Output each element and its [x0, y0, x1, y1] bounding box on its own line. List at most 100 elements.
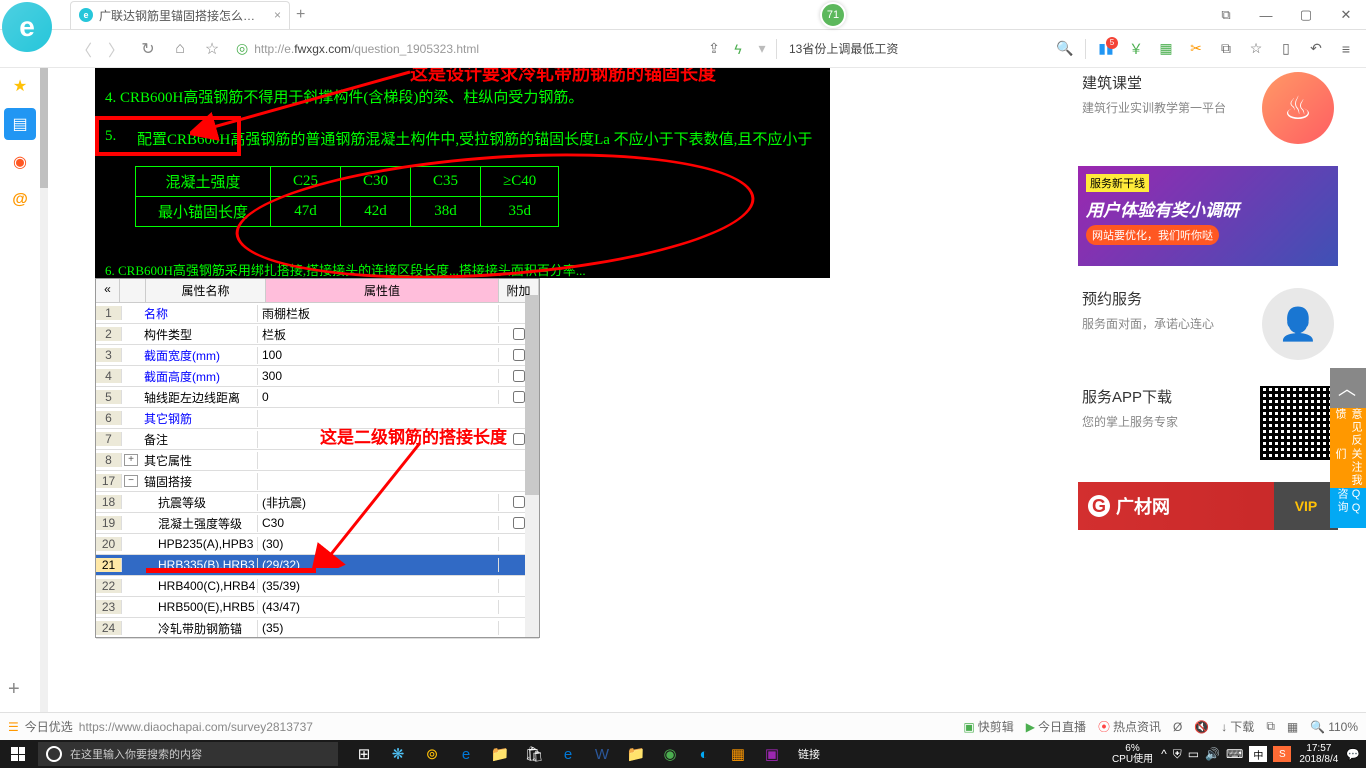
bottom-ad-banner[interactable]: G 广材网 VIP — [1078, 482, 1338, 530]
app-icon-1[interactable]: ❋ — [382, 740, 414, 768]
app-icon-2[interactable]: ⊚ — [416, 740, 448, 768]
card-app-download[interactable]: 服务APP下载 您的掌上服务专家 — [1078, 382, 1338, 464]
sb-mute[interactable]: 🔇 — [1194, 720, 1209, 734]
left-pinned-apps: ★ ▤ ◉ @ — [0, 70, 40, 216]
annotation-top: 这是设计要求冷轧带肋钢筋的锚固长度 — [410, 68, 716, 86]
forward-button[interactable]: 〉 — [102, 35, 130, 63]
pin-window-icon[interactable]: ⧉ — [1206, 0, 1246, 30]
cpu-meter[interactable]: 6%CPU使用 — [1112, 743, 1153, 765]
follow-button[interactable]: 关注我们 — [1330, 448, 1366, 488]
url-box[interactable]: ◎ http://e.fwxgx.com/question_1905323.ht… — [230, 35, 700, 63]
explorer-icon[interactable]: 📁 — [484, 740, 516, 768]
tray-ime-icon[interactable]: 中 — [1249, 746, 1267, 762]
property-header: « 属性名称 属性值 附加 — [96, 279, 539, 303]
edge2-icon[interactable]: e — [552, 740, 584, 768]
tray-battery-icon[interactable]: ▭ — [1188, 747, 1199, 761]
edge-icon[interactable]: e — [450, 740, 482, 768]
tray-shield-icon[interactable]: ⛨ — [1173, 747, 1182, 762]
property-scrollbar[interactable] — [525, 295, 539, 637]
browser-tab[interactable]: e 广联达钢筋里锚固搭接怎么看，好 × — [70, 1, 290, 29]
menu-icon[interactable]: ≡ — [1336, 39, 1356, 59]
taskbar-search[interactable]: 在这里输入你要搜索的内容 — [38, 742, 338, 766]
sb-block[interactable]: Ø — [1173, 720, 1182, 734]
notifications-icon[interactable]: 💬 — [1346, 748, 1360, 761]
sb-live[interactable]: ▶今日直播 — [1026, 718, 1086, 735]
app1-icon[interactable]: ▮▮5 — [1096, 39, 1116, 59]
taskview-icon[interactable]: ⊞ — [348, 740, 380, 768]
left-scrollbar[interactable] — [40, 68, 48, 712]
floating-buttons: ︿ 意见反馈 关注我们 QQ咨询 — [1330, 368, 1366, 528]
sb-zoom[interactable]: 🔍 110% — [1310, 720, 1358, 734]
home-button[interactable]: ⌂ — [166, 35, 194, 63]
app-icon-3[interactable]: ◐ — [688, 740, 720, 768]
red-arrow-mid — [240, 438, 440, 568]
cut-icon[interactable]: ✂ — [1186, 39, 1206, 59]
notification-badge[interactable]: 71 — [820, 2, 846, 28]
property-row[interactable]: 23HRB500(E),HRB5(43/47) — [96, 597, 539, 618]
tray-volume-icon[interactable]: 🔊 — [1205, 747, 1220, 761]
favorite-button[interactable]: ☆ — [198, 35, 226, 63]
gift-icon[interactable]: ☰ — [8, 720, 19, 734]
panel-icon[interactable]: ▯ — [1276, 39, 1296, 59]
tray-keyboard-icon[interactable]: ⌨ — [1226, 747, 1243, 761]
qq-consult-button[interactable]: QQ咨询 — [1330, 488, 1366, 528]
right-sidebar: 建筑课堂 建筑行业实训教学第一平台 ♨ 服务新干线 用户体验有奖小调研 网站要优… — [1078, 68, 1338, 530]
card-construction-class[interactable]: 建筑课堂 建筑行业实训教学第一平台 ♨ — [1078, 68, 1338, 148]
reload-button[interactable]: ↻ — [134, 35, 162, 63]
property-row[interactable]: 24冷轧带肋钢筋锚(35) — [96, 618, 539, 639]
service-person-icon: 👤 — [1262, 288, 1334, 360]
maximize-icon[interactable]: ▢ — [1286, 0, 1326, 30]
tray-up-icon[interactable]: ^ — [1161, 747, 1167, 761]
360-icon[interactable]: ◉ — [654, 740, 686, 768]
app2-icon[interactable]: ▦ — [1156, 39, 1176, 59]
tab-title: 广联达钢筋里锚固搭接怎么看，好 — [99, 7, 266, 24]
share-icon[interactable]: ⇪ — [704, 39, 724, 59]
copy-icon[interactable]: ⧉ — [1216, 39, 1236, 59]
promo-text[interactable]: 13省份上调最低工资 — [789, 40, 898, 57]
tab-close-icon[interactable]: × — [274, 8, 281, 22]
dropdown-icon[interactable]: ▾ — [752, 39, 772, 59]
flash-icon[interactable]: ϟ — [728, 39, 748, 59]
pin-star[interactable]: ★ — [4, 70, 36, 102]
property-row[interactable]: 4截面高度(mm)300 — [96, 366, 539, 387]
property-row[interactable]: 3截面宽度(mm)100 — [96, 345, 539, 366]
bookmark-icon[interactable]: ☆ — [1246, 39, 1266, 59]
sb-download[interactable]: ↓下载 — [1221, 718, 1254, 735]
close-window-icon[interactable]: ✕ — [1326, 0, 1366, 30]
sb-news[interactable]: ⦿热点资讯 — [1098, 718, 1161, 735]
minimize-icon[interactable]: — — [1246, 0, 1286, 30]
app-icon-4[interactable]: ▦ — [722, 740, 754, 768]
pin-news[interactable]: ▤ — [4, 108, 36, 140]
property-row[interactable]: 2构件类型栏板 — [96, 324, 539, 345]
property-row[interactable]: 22HRB400(C),HRB4(35/39) — [96, 576, 539, 597]
new-tab-button[interactable]: + — [296, 6, 305, 24]
wallet-icon[interactable]: ￥ — [1126, 39, 1146, 59]
property-row[interactable]: 1名称雨棚栏板 — [96, 303, 539, 324]
pin-weibo[interactable]: ◉ — [4, 146, 36, 178]
sb-quickcut[interactable]: ▣快剪辑 — [963, 718, 1013, 735]
feedback-button[interactable]: 意见反馈 — [1330, 408, 1366, 448]
store-icon[interactable]: 🛍 — [518, 740, 550, 768]
card-appointment[interactable]: 预约服务 服务面对面，承诺心连心 👤 — [1078, 284, 1338, 364]
folder2-icon[interactable]: 📁 — [620, 740, 652, 768]
taskbar-link-label[interactable]: 链接 — [798, 746, 820, 762]
word-icon[interactable]: W — [586, 740, 618, 768]
app-icon-5[interactable]: ▣ — [756, 740, 788, 768]
taskbar-clock[interactable]: 17:572018/8/4 — [1299, 743, 1338, 765]
sb-pip[interactable]: ⧉ — [1266, 719, 1275, 734]
undo-icon[interactable]: ↶ — [1306, 39, 1326, 59]
status-today-label[interactable]: 今日优选 — [25, 718, 73, 735]
property-row[interactable]: 5轴线距左边线距离0 — [96, 387, 539, 408]
add-pin-button[interactable]: + — [8, 678, 20, 701]
expand-all-icon[interactable]: « — [96, 279, 120, 302]
tray-sogou-icon[interactable]: S — [1273, 746, 1291, 762]
page-content: 4. CRB600H高强钢筋不得用于斜撑构件(含梯段)的梁、柱纵向受力钢筋。 5… — [40, 68, 1366, 712]
search-icon[interactable]: 🔍 — [1055, 39, 1075, 59]
back-button[interactable]: 〈 — [70, 35, 98, 63]
scroll-top-button[interactable]: ︿ — [1330, 368, 1366, 408]
sb-process[interactable]: ▦ — [1287, 720, 1298, 734]
start-button[interactable] — [0, 740, 36, 768]
survey-banner[interactable]: 服务新干线 用户体验有奖小调研 网站要优化，我们听你哒 — [1078, 166, 1338, 266]
pin-at[interactable]: @ — [4, 184, 36, 216]
browser-logo[interactable]: e — [2, 2, 62, 62]
